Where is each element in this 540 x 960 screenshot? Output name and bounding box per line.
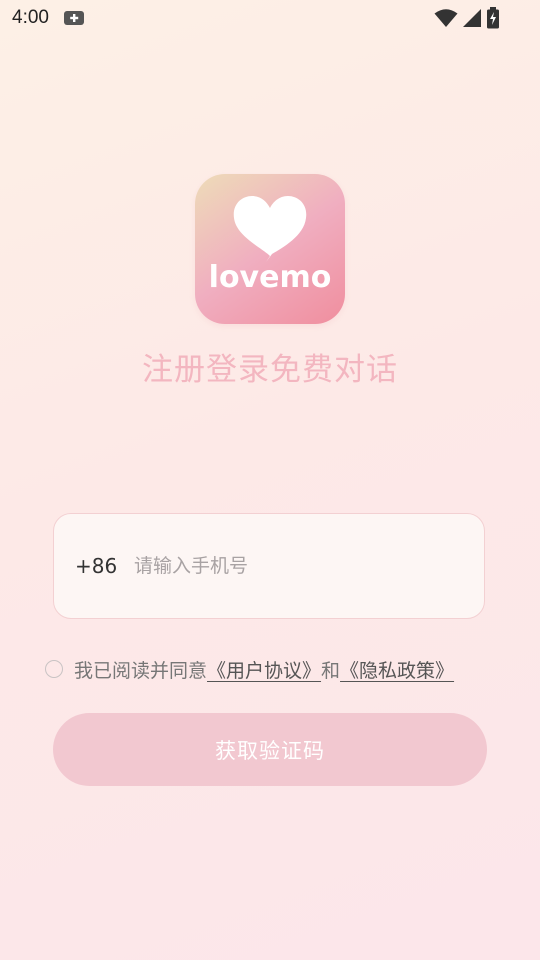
heart-icon xyxy=(232,196,308,266)
get-code-button[interactable]: 获取验证码 xyxy=(53,713,487,786)
status-time: 4:00 xyxy=(12,7,49,28)
app-logo: lovemo xyxy=(195,174,345,324)
wifi-icon xyxy=(434,8,458,32)
country-code[interactable]: +86 xyxy=(75,554,117,578)
page-tagline: 注册登录免费对话 xyxy=(142,352,398,388)
notification-icon xyxy=(63,9,85,31)
cellular-icon xyxy=(462,8,482,32)
battery-charging-icon xyxy=(486,7,500,33)
user-agreement-link[interactable]: 《用户协议》 xyxy=(207,656,321,683)
logo-wordmark: lovemo xyxy=(208,260,332,295)
status-bar: 4:00 xyxy=(0,0,540,36)
phone-input-box[interactable]: +86 xyxy=(53,513,485,619)
agreement-text: 我已阅读并同意 xyxy=(74,659,208,682)
agree-checkbox[interactable] xyxy=(45,660,63,678)
status-icons xyxy=(434,7,500,33)
phone-input[interactable] xyxy=(134,550,454,582)
privacy-policy-link[interactable]: 《隐私政策》 xyxy=(340,656,454,683)
agreement-and-text: 和 xyxy=(321,659,341,682)
agreement-row: 我已阅读并同意 《用户协议》 和 《隐私政策》 xyxy=(45,655,454,683)
